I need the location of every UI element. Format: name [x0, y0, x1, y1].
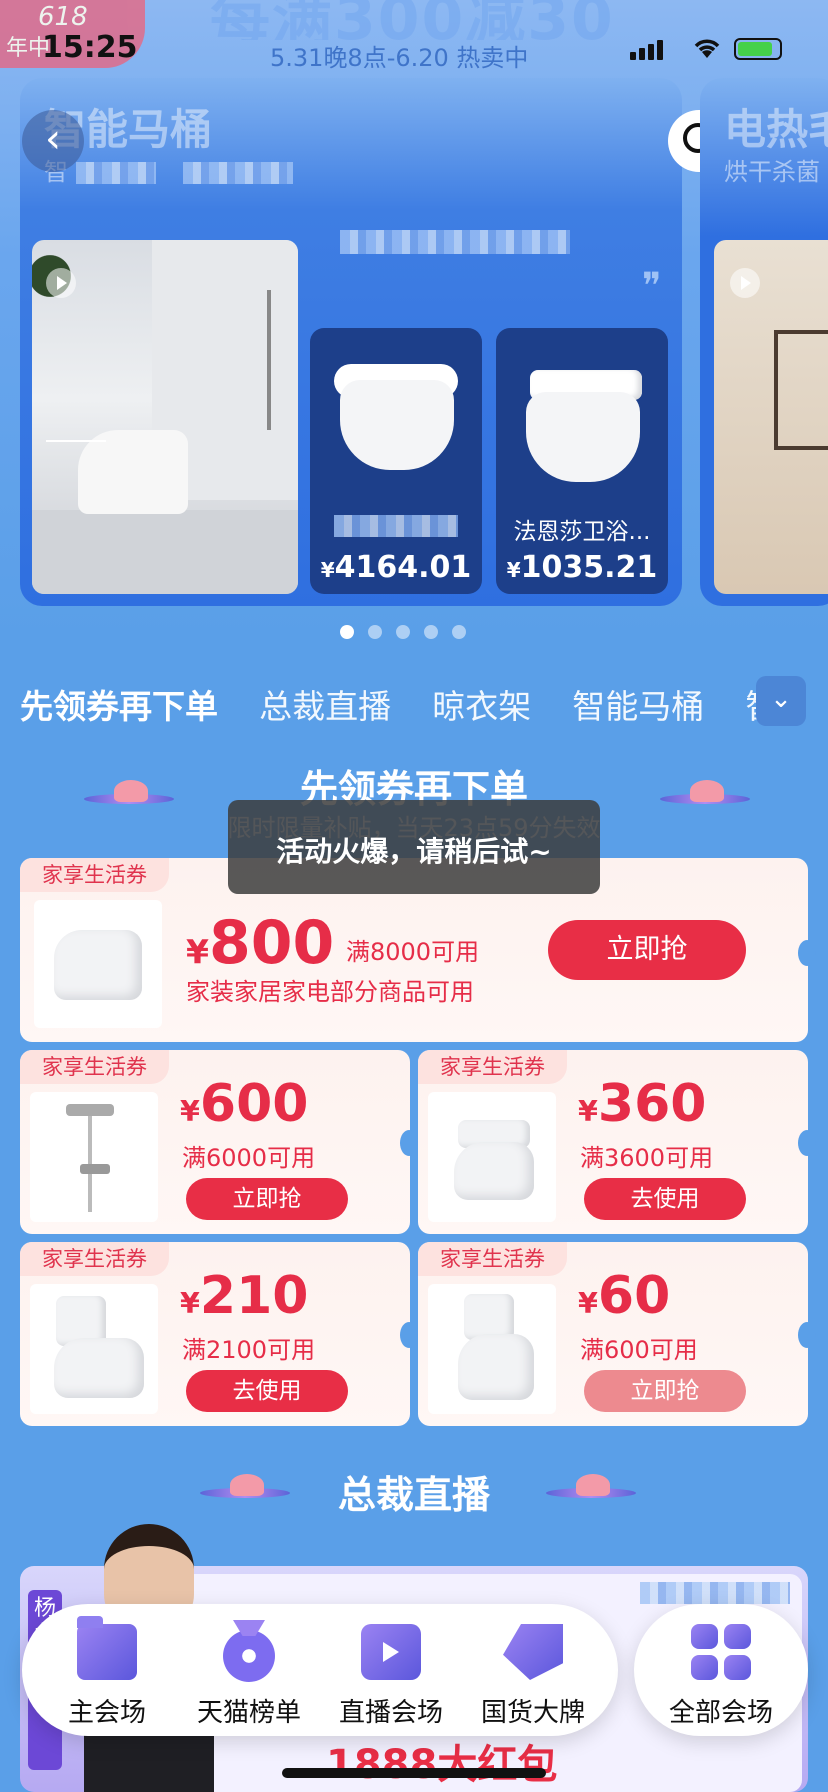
coupon-notch	[400, 1322, 418, 1348]
tab-ceo-live[interactable]: 总裁直播	[259, 680, 391, 728]
promo-date-range: 5.31晚8点-6.20 热卖中	[270, 44, 529, 72]
nav-live-venue[interactable]: 直播会场	[320, 1604, 462, 1736]
carousel-dot[interactable]	[340, 625, 354, 639]
nav-label: 主会场	[67, 1698, 146, 1728]
coupon-amount: ¥60	[578, 1266, 671, 1326]
product-image	[34, 900, 162, 1028]
coupon-condition: 满3600可用	[580, 1144, 714, 1172]
blurred-text	[340, 230, 570, 254]
nav-label: 国货大牌	[480, 1698, 585, 1728]
battery-icon	[734, 38, 782, 60]
product-image	[428, 1092, 556, 1222]
medal-icon	[223, 1630, 275, 1682]
nav-all-venues[interactable]: 全部会场	[634, 1604, 808, 1736]
coupon-amount: ¥600	[180, 1074, 309, 1134]
carousel-dot[interactable]	[368, 625, 382, 639]
product-image	[30, 1284, 158, 1414]
hero-card-subtitle: 智	[44, 152, 294, 187]
coupon-tag: 家享生活券	[20, 858, 169, 892]
carousel-dot[interactable]	[424, 625, 438, 639]
coupon-condition: 满8000可用	[346, 938, 480, 966]
nav-label: 全部会场	[668, 1698, 773, 1728]
video-camera-icon	[361, 1624, 421, 1680]
nav-label: 直播会场	[338, 1698, 443, 1728]
product-name: 法恩莎卫浴...	[513, 519, 651, 545]
signal-icon	[630, 52, 636, 60]
home-indicator[interactable]	[282, 1768, 546, 1778]
coupon-card: 家享生活券 ¥210 满2100可用 去使用	[20, 1242, 410, 1426]
coupon-notch	[798, 1322, 816, 1348]
nav-domestic-brands[interactable]: 国货大牌	[462, 1604, 604, 1736]
grid-icon	[691, 1624, 751, 1680]
wifi-icon	[694, 39, 720, 58]
coupon-condition: 满6000可用	[182, 1144, 316, 1172]
next-card-title: 电热毛	[724, 105, 828, 154]
grab-coupon-button[interactable]: 立即抢	[186, 1178, 348, 1220]
folder-icon	[77, 1616, 137, 1680]
play-icon[interactable]	[730, 268, 760, 298]
signal-bar	[648, 44, 654, 60]
section-title-live: 总裁直播	[337, 1473, 490, 1517]
nav-tmall-ranking[interactable]: 天猫榜单	[178, 1604, 320, 1736]
product-price: 1035.21	[520, 550, 658, 585]
blurred-text	[640, 1582, 790, 1604]
coupon-description: 家装家居家电部分商品可用	[186, 978, 474, 1006]
coupon-tag: 家享生活券	[418, 1242, 567, 1276]
use-coupon-button[interactable]: 去使用	[186, 1370, 348, 1412]
carousel-dots	[340, 624, 480, 643]
coupon-notch	[798, 940, 816, 966]
tab-drying-rack[interactable]: 晾衣架	[432, 680, 531, 728]
back-button[interactable]: ‹	[22, 110, 84, 172]
product-image	[30, 1092, 158, 1222]
coupon-notch	[400, 1130, 418, 1156]
product-card[interactable]: ¥4164.01	[310, 328, 482, 594]
coupon-amount: ¥210	[180, 1266, 309, 1326]
price-tag-icon	[503, 1624, 563, 1680]
carousel-dot[interactable]	[452, 625, 466, 639]
coupon-card: 家享生活券 ¥600 满6000可用 立即抢	[20, 1050, 410, 1234]
tab-smart-toilet[interactable]: 智能马桶	[572, 680, 704, 728]
next-card-subtitle: 烘干杀菌	[724, 158, 820, 186]
quote-icon: ❞	[642, 266, 662, 307]
nav-main-venue[interactable]: 主会场	[36, 1604, 178, 1736]
coupon-notch	[798, 1130, 816, 1156]
toast-message: 活动火爆，请稍后试~	[228, 800, 600, 894]
carousel-dot[interactable]	[396, 625, 410, 639]
status-icons	[630, 34, 790, 64]
coupon-amount: ¥360	[578, 1074, 707, 1134]
coupon-condition: 满2100可用	[182, 1336, 316, 1364]
use-coupon-button[interactable]: 去使用	[584, 1178, 746, 1220]
coupon-card: 家享生活券 ¥360 满3600可用 去使用	[418, 1050, 808, 1234]
coupon-amount: ¥800	[186, 908, 335, 978]
bottom-nav: 主会场 天猫榜单 直播会场 国货大牌	[22, 1604, 618, 1736]
section-tabs: 先领券再下单 总裁直播 晾衣架 智能马桶 智	[20, 680, 760, 730]
play-icon[interactable]	[46, 268, 76, 298]
status-time: 15:25	[42, 30, 138, 65]
signal-bar	[639, 48, 645, 60]
next-card-thumbnail[interactable]	[714, 240, 828, 594]
chevron-down-icon[interactable]: ⌄	[756, 676, 806, 726]
red-packet-promo: 1888大红包	[326, 1742, 558, 1788]
grab-coupon-button[interactable]: 立即抢	[548, 920, 746, 980]
product-card[interactable]: 法恩莎卫浴... ¥1035.21	[496, 328, 668, 594]
coupon-condition: 满600可用	[580, 1336, 698, 1364]
coupon-card: 家享生活券 ¥60 满600可用 立即抢	[418, 1242, 808, 1426]
product-price: 4164.01	[334, 550, 472, 585]
coupon-tag: 家享生活券	[20, 1242, 169, 1276]
signal-bar	[657, 40, 663, 60]
coupon-tag: 家享生活券	[418, 1050, 567, 1084]
tab-coupon-first[interactable]: 先领券再下单	[20, 680, 218, 728]
product-image	[428, 1284, 556, 1414]
promo-banner-text: 每满300减30	[210, 0, 615, 40]
grab-coupon-button[interactable]: 立即抢	[584, 1370, 746, 1412]
618-badge-number: 618	[38, 2, 88, 32]
coupon-tag: 家享生活券	[20, 1050, 169, 1084]
nav-label: 天猫榜单	[196, 1698, 301, 1728]
